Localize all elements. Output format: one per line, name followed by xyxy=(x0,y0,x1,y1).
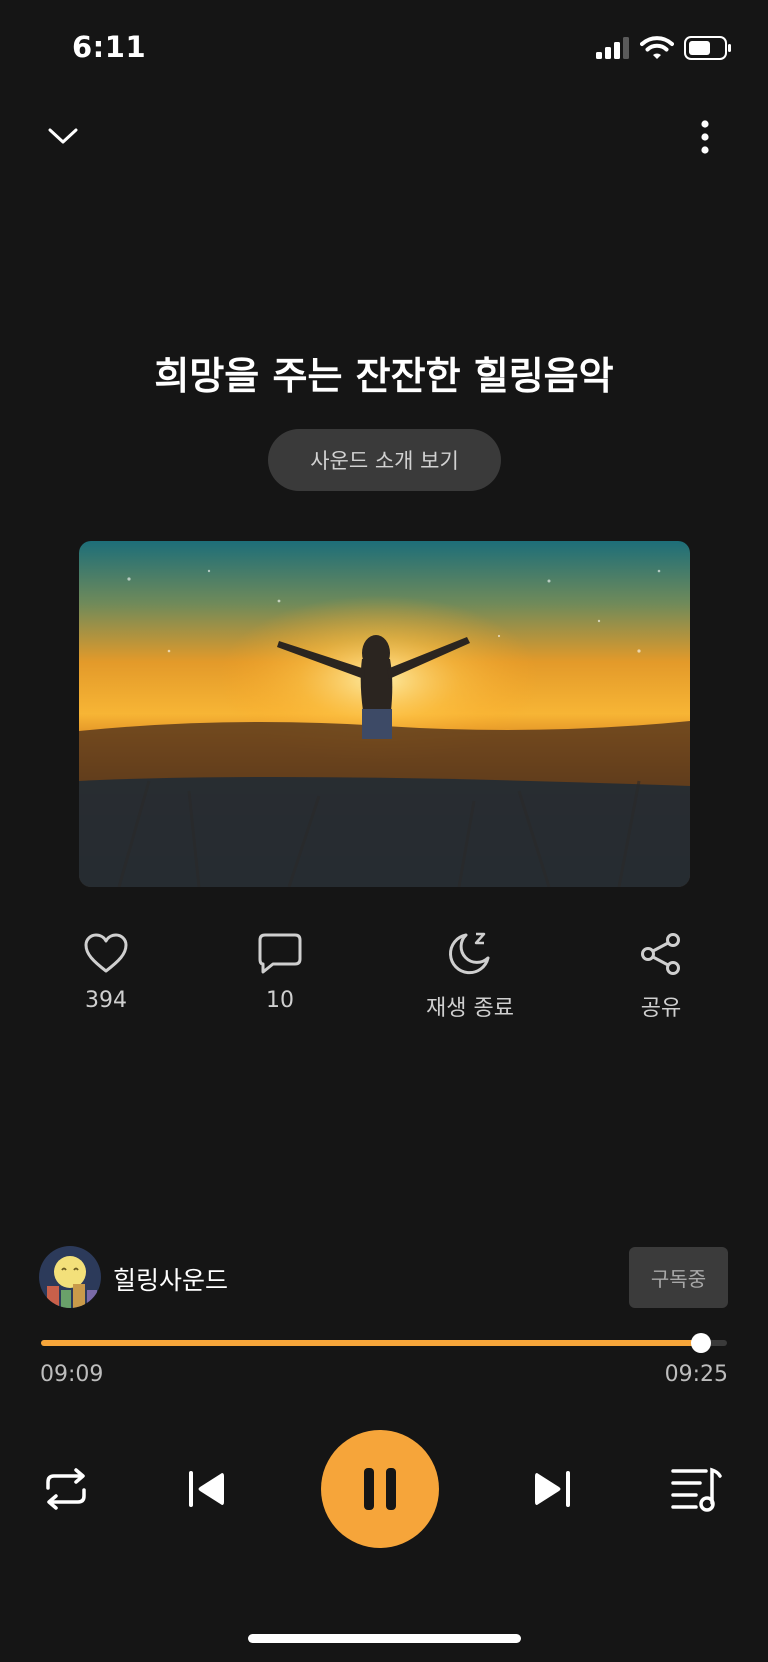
subscribe-button[interactable]: 구독중 xyxy=(629,1247,728,1308)
comment-icon xyxy=(258,933,302,974)
cover-artwork xyxy=(79,541,690,887)
more-vertical-icon xyxy=(701,120,709,154)
play-pause-button[interactable] xyxy=(321,1430,439,1548)
cover-image xyxy=(79,541,690,887)
playlist-button[interactable] xyxy=(668,1464,724,1514)
channel-avatar[interactable] xyxy=(39,1246,101,1308)
channel-name[interactable]: 힐링사운드 xyxy=(113,1261,228,1297)
skip-previous-icon xyxy=(189,1471,224,1507)
like-count: 394 xyxy=(85,988,127,1013)
repeat-icon xyxy=(46,1468,86,1510)
share-button[interactable]: 공유 xyxy=(591,932,731,1022)
more-options-button[interactable] xyxy=(690,112,720,162)
wifi-icon xyxy=(640,36,674,59)
share-icon xyxy=(641,933,680,975)
progress-track[interactable] xyxy=(41,1333,727,1353)
heart-icon xyxy=(84,933,128,973)
sleep-timer-button[interactable]: 재생 종료 xyxy=(400,930,540,1022)
repeat-button[interactable] xyxy=(40,1466,92,1512)
channel-avatar-image xyxy=(39,1246,101,1308)
battery-icon xyxy=(684,36,731,60)
status-time: 6:11 xyxy=(72,30,147,64)
next-button[interactable] xyxy=(530,1466,576,1512)
home-indicator[interactable] xyxy=(248,1634,521,1643)
cellular-signal-icon xyxy=(596,37,629,59)
skip-next-icon xyxy=(535,1471,570,1507)
comment-button[interactable]: 10 xyxy=(210,932,350,1013)
playlist-icon xyxy=(671,1467,722,1512)
sound-intro-button[interactable]: 사운드 소개 보기 xyxy=(268,429,501,491)
collapse-button[interactable] xyxy=(40,116,86,156)
track-title: 희망을 주는 잔잔한 힐링음악 xyxy=(154,354,614,398)
sleep-timer-label: 재생 종료 xyxy=(426,996,514,1021)
moon-zzz-icon xyxy=(449,932,490,975)
pause-icon xyxy=(364,1468,396,1510)
previous-button[interactable] xyxy=(183,1466,229,1512)
progress-fill xyxy=(41,1340,702,1346)
comment-count: 10 xyxy=(266,988,294,1013)
chevron-down-icon xyxy=(48,128,78,144)
progress-knob[interactable] xyxy=(691,1333,712,1353)
like-button[interactable]: 394 xyxy=(36,932,176,1013)
status-icons xyxy=(596,36,732,60)
current-time: 09:09 xyxy=(40,1362,104,1387)
total-time: 09:25 xyxy=(664,1362,728,1387)
share-label: 공유 xyxy=(640,996,682,1021)
